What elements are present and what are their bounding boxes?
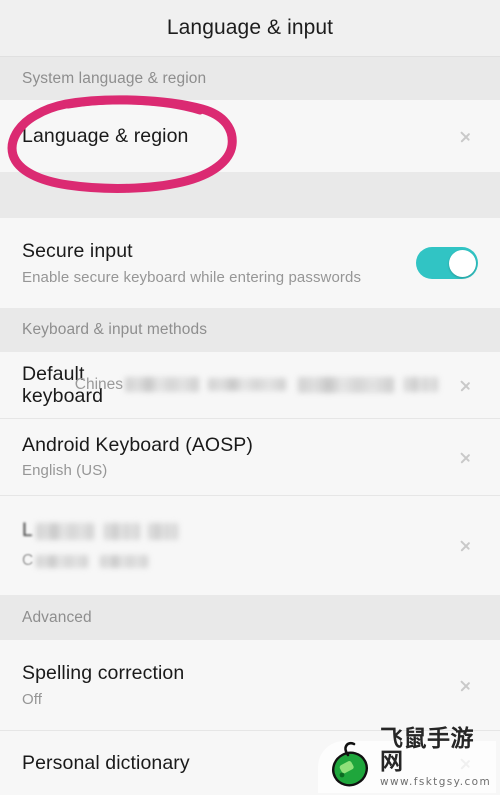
row-redacted-input-method[interactable]: L C — [0, 495, 500, 595]
row-title: Language & region — [22, 124, 189, 147]
redaction-block — [103, 522, 140, 540]
toggle-thumb — [448, 249, 476, 277]
row-language-and-region[interactable]: Language & region — [0, 100, 500, 172]
row-title: Android Keyboard (AOSP) — [22, 433, 253, 456]
redaction-block — [147, 522, 178, 540]
row-title-visible-part: L — [22, 520, 33, 541]
redaction-block — [100, 554, 149, 568]
redaction-block — [35, 522, 94, 540]
redaction-block — [125, 377, 199, 393]
row-title: Personal dictionary — [22, 751, 190, 774]
row-title: Default keyboard — [22, 362, 104, 407]
app-header: Language & input — [0, 0, 500, 57]
section-header-system-language: System language & region — [0, 57, 500, 100]
section-header-advanced: Advanced — [0, 595, 500, 640]
row-secure-input[interactable]: Secure input Enable secure keyboard whil… — [0, 218, 500, 308]
row-text: Language & region — [22, 125, 450, 147]
chevron-right-icon — [456, 446, 478, 468]
row-text: Personal dictionary — [22, 752, 450, 774]
row-text: Default keyboard — [22, 362, 104, 408]
row-text: Secure input Enable secure keyboard whil… — [22, 240, 416, 286]
chevron-right-icon — [456, 374, 478, 396]
row-subtitle-redacted: C — [22, 552, 450, 570]
row-value-redacted: Chines — [75, 376, 438, 394]
redaction-block — [36, 554, 89, 568]
row-text: L C — [22, 520, 450, 570]
row-android-keyboard-aosp[interactable]: Android Keyboard (AOSP) English (US) — [0, 418, 500, 495]
section-label: Keyboard & input methods — [22, 321, 208, 338]
row-subtitle: Off — [22, 690, 43, 708]
section-label: System language & region — [22, 69, 207, 87]
redaction-block — [208, 378, 286, 392]
redaction-block — [404, 377, 438, 393]
page-title: Language & input — [166, 16, 334, 39]
chevron-right-icon — [456, 752, 478, 774]
row-title: Spelling correction — [22, 662, 185, 685]
section-label: Advanced — [22, 608, 92, 626]
row-spelling-correction[interactable]: Spelling correction Off — [0, 640, 500, 730]
row-text: Android Keyboard (AOSP) English (US) — [22, 434, 450, 480]
chevron-right-icon — [456, 674, 478, 696]
section-gap — [0, 172, 500, 218]
row-title: Secure input — [22, 240, 133, 263]
row-default-keyboard[interactable]: Default keyboard Chines — [0, 352, 500, 418]
row-title-redacted: L — [22, 520, 450, 542]
row-personal-dictionary[interactable]: Personal dictionary — [0, 730, 500, 795]
row-subtitle: Enable secure keyboard while entering pa… — [22, 268, 362, 286]
row-subtitle: English (US) — [22, 462, 108, 480]
section-header-keyboard-input-methods: Keyboard & input methods — [0, 308, 500, 352]
settings-screen: Language & input System language & regio… — [0, 0, 500, 795]
secure-input-toggle[interactable] — [416, 247, 478, 279]
chevron-right-icon — [456, 125, 478, 147]
redaction-block — [298, 376, 394, 393]
row-text: Spelling correction Off — [22, 662, 450, 708]
row-value-visible-part: Chines — [74, 376, 123, 393]
row-subtitle-visible-part: C — [22, 552, 34, 569]
chevron-right-icon — [456, 534, 478, 556]
